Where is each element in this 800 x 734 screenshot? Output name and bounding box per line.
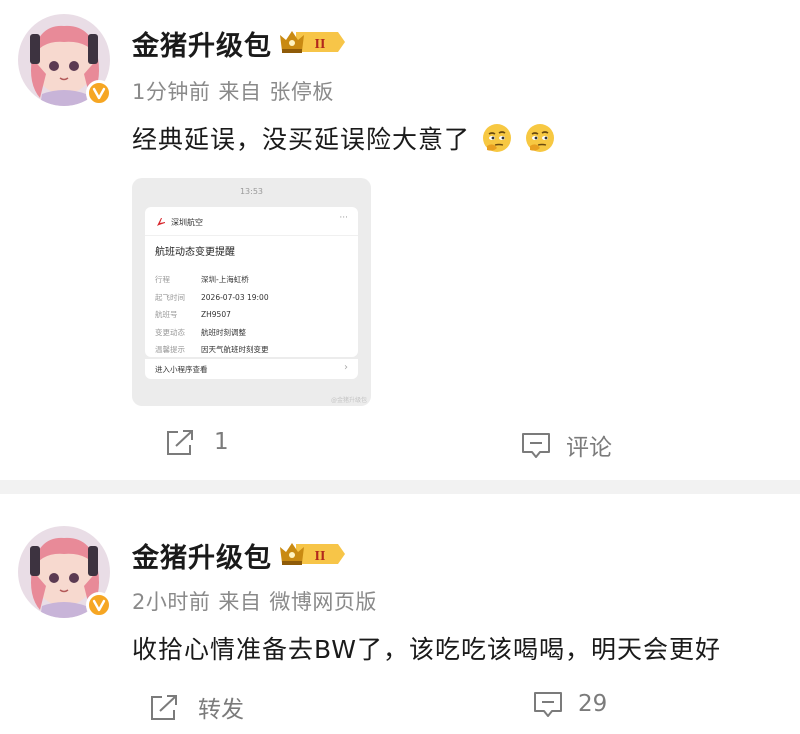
source-prefix: 来自 [218,590,262,614]
level-badge-text: II [315,37,326,52]
thinking-emoji-icon [482,124,511,152]
screenshot-clock: 13:53 [239,187,264,196]
post-time[interactable]: 1分钟前 [132,80,210,104]
repost-icon [151,695,177,720]
verified-badge-icon [86,592,112,618]
comment-count: 29 [578,691,608,717]
repost-icon [167,430,193,455]
level-badge-text: II [315,549,326,564]
more-icon: ··· [339,213,348,223]
mini-program-link: 进入小程序查看 › [145,359,358,379]
detail-row: 起飞时间 2026-07-03 19:00 [155,292,269,302]
comment-button[interactable]: 评论 [520,428,612,462]
detail-row: 行程 深圳-上海虹桥 [155,275,249,285]
post-meta: 1分钟前 来自 张停板 [132,76,342,106]
post-meta: 2小时前 来自 微博网页版 [132,586,385,616]
comment-icon [534,692,562,717]
divider [145,235,358,236]
comment-label: 评论 [566,435,612,461]
member-level-badge-icon: II [280,543,345,565]
repost-count: 1 [214,429,229,455]
detail-row: 航班号 ZH9507 [155,310,231,320]
repost-button[interactable]: 1 [164,428,229,456]
image-watermark: @金猪升级包 [330,397,367,404]
verified-badge-icon [86,80,112,106]
post-content: 经典延误，没买延误险大意了 [132,120,556,156]
airline-logo-icon [157,218,165,226]
weibo-post: 金猪升级包 II 2小时前 来自 微博网页版 收拾心情准备去BW了，该吃吃该喝喝，明… [0,494,800,734]
post-source[interactable]: 微博网页版 [269,590,377,614]
airline-name: 深圳航空 [171,217,203,227]
thinking-emoji-icon [525,124,554,152]
weibo-post: 金猪升级包 II 1分钟前 来自 张停板 经典延误，没买延误险大意了 13:53… [0,0,800,480]
avatar[interactable] [18,526,112,618]
post-time[interactable]: 2小时前 [132,590,210,614]
username[interactable]: 金猪升级包 [132,536,272,575]
post-image[interactable]: 13:53 深圳航空 ··· 航班动态变更提醒 行程 深圳-上海虹桥 起飞时间 20… [132,178,371,406]
comment-icon [522,433,550,458]
post-source[interactable]: 张停板 [269,80,334,104]
repost-label: 转发 [198,697,244,723]
mini-program-label: 进入小程序查看 [155,365,208,374]
source-prefix: 来自 [218,80,262,104]
post-text: 经典延误，没买延误险大意了 [132,125,471,154]
username[interactable]: 金猪升级包 [132,24,272,63]
flight-details: 行程 深圳-上海虹桥 起飞时间 2026-07-03 19:00 航班号 ZH9507… [155,271,269,359]
airline-brand: 深圳航空 [155,215,203,229]
chevron-right-icon: › [344,362,348,373]
avatar[interactable] [18,14,112,106]
post-divider [0,480,800,494]
detail-row: 变更动态 航班时刻调整 [155,327,246,337]
flight-notice-card: 深圳航空 ··· 航班动态变更提醒 行程 深圳-上海虹桥 起飞时间 2026-07-… [145,207,358,357]
comment-button[interactable]: 29 [532,690,607,718]
notice-title: 航班动态变更提醒 [155,247,235,258]
detail-row: 温馨提示 因天气航班时刻变更 [155,345,269,355]
member-level-badge-icon: II [280,31,345,53]
post-text: 收拾心情准备去BW了，该吃吃该喝喝，明天会更好 [132,635,721,664]
post-content: 收拾心情准备去BW了，该吃吃该喝喝，明天会更好 [132,630,721,666]
repost-button[interactable]: 转发 [148,690,244,724]
